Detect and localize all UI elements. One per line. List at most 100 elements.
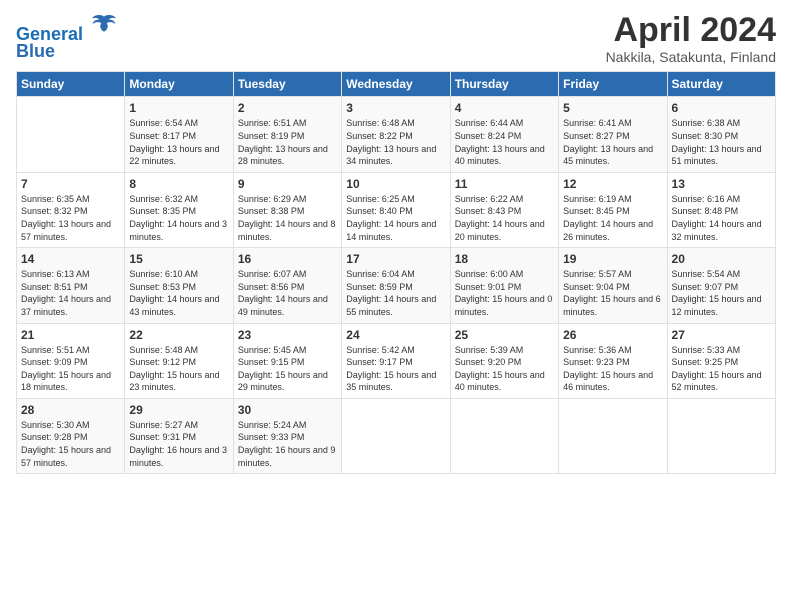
calendar-cell bbox=[667, 398, 775, 473]
calendar-week-row: 28 Sunrise: 5:30 AMSunset: 9:28 PMDaylig… bbox=[17, 398, 776, 473]
title-block: April 2024 Nakkila, Satakunta, Finland bbox=[606, 12, 776, 65]
header-friday: Friday bbox=[559, 72, 667, 97]
cell-info: Sunrise: 6:48 AMSunset: 8:22 PMDaylight:… bbox=[346, 118, 436, 166]
calendar-cell: 21 Sunrise: 5:51 AMSunset: 9:09 PMDaylig… bbox=[17, 323, 125, 398]
cell-info: Sunrise: 5:39 AMSunset: 9:20 PMDaylight:… bbox=[455, 345, 545, 393]
cell-info: Sunrise: 6:00 AMSunset: 9:01 PMDaylight:… bbox=[455, 269, 553, 317]
cell-info: Sunrise: 6:10 AMSunset: 8:53 PMDaylight:… bbox=[129, 269, 219, 317]
header-thursday: Thursday bbox=[450, 72, 558, 97]
day-number: 30 bbox=[238, 403, 337, 417]
calendar-cell: 11 Sunrise: 6:22 AMSunset: 8:43 PMDaylig… bbox=[450, 172, 558, 247]
calendar-cell: 27 Sunrise: 5:33 AMSunset: 9:25 PMDaylig… bbox=[667, 323, 775, 398]
calendar-body: 1 Sunrise: 6:54 AMSunset: 8:17 PMDayligh… bbox=[17, 97, 776, 474]
day-number: 28 bbox=[21, 403, 120, 417]
day-number: 2 bbox=[238, 101, 337, 115]
logo: General Blue bbox=[16, 12, 118, 62]
cell-info: Sunrise: 6:16 AMSunset: 8:48 PMDaylight:… bbox=[672, 194, 762, 242]
day-number: 21 bbox=[21, 328, 120, 342]
day-number: 26 bbox=[563, 328, 662, 342]
calendar-cell: 18 Sunrise: 6:00 AMSunset: 9:01 PMDaylig… bbox=[450, 248, 558, 323]
calendar-cell: 24 Sunrise: 5:42 AMSunset: 9:17 PMDaylig… bbox=[342, 323, 450, 398]
calendar-cell: 9 Sunrise: 6:29 AMSunset: 8:38 PMDayligh… bbox=[233, 172, 341, 247]
cell-info: Sunrise: 6:38 AMSunset: 8:30 PMDaylight:… bbox=[672, 118, 762, 166]
day-number: 15 bbox=[129, 252, 228, 266]
cell-info: Sunrise: 6:29 AMSunset: 8:38 PMDaylight:… bbox=[238, 194, 336, 242]
day-number: 25 bbox=[455, 328, 554, 342]
cell-info: Sunrise: 5:57 AMSunset: 9:04 PMDaylight:… bbox=[563, 269, 661, 317]
calendar-cell: 30 Sunrise: 5:24 AMSunset: 9:33 PMDaylig… bbox=[233, 398, 341, 473]
month-title: April 2024 bbox=[606, 12, 776, 49]
day-number: 16 bbox=[238, 252, 337, 266]
page-header: General Blue April 2024 Nakkila, Satakun… bbox=[16, 12, 776, 65]
calendar-cell: 8 Sunrise: 6:32 AMSunset: 8:35 PMDayligh… bbox=[125, 172, 233, 247]
calendar-week-row: 7 Sunrise: 6:35 AMSunset: 8:32 PMDayligh… bbox=[17, 172, 776, 247]
header-monday: Monday bbox=[125, 72, 233, 97]
cell-info: Sunrise: 6:35 AMSunset: 8:32 PMDaylight:… bbox=[21, 194, 111, 242]
calendar-cell: 15 Sunrise: 6:10 AMSunset: 8:53 PMDaylig… bbox=[125, 248, 233, 323]
day-number: 23 bbox=[238, 328, 337, 342]
cell-info: Sunrise: 6:04 AMSunset: 8:59 PMDaylight:… bbox=[346, 269, 436, 317]
day-number: 13 bbox=[672, 177, 771, 191]
day-number: 29 bbox=[129, 403, 228, 417]
calendar-cell bbox=[559, 398, 667, 473]
cell-info: Sunrise: 6:32 AMSunset: 8:35 PMDaylight:… bbox=[129, 194, 227, 242]
day-number: 12 bbox=[563, 177, 662, 191]
day-number: 27 bbox=[672, 328, 771, 342]
cell-info: Sunrise: 5:27 AMSunset: 9:31 PMDaylight:… bbox=[129, 420, 227, 468]
calendar-cell: 23 Sunrise: 5:45 AMSunset: 9:15 PMDaylig… bbox=[233, 323, 341, 398]
calendar-cell: 6 Sunrise: 6:38 AMSunset: 8:30 PMDayligh… bbox=[667, 97, 775, 172]
page-container: General Blue April 2024 Nakkila, Satakun… bbox=[0, 0, 792, 482]
cell-info: Sunrise: 5:54 AMSunset: 9:07 PMDaylight:… bbox=[672, 269, 762, 317]
calendar-cell: 12 Sunrise: 6:19 AMSunset: 8:45 PMDaylig… bbox=[559, 172, 667, 247]
day-number: 19 bbox=[563, 252, 662, 266]
cell-info: Sunrise: 5:24 AMSunset: 9:33 PMDaylight:… bbox=[238, 420, 336, 468]
day-number: 6 bbox=[672, 101, 771, 115]
day-number: 8 bbox=[129, 177, 228, 191]
day-number: 14 bbox=[21, 252, 120, 266]
day-number: 10 bbox=[346, 177, 445, 191]
cell-info: Sunrise: 6:54 AMSunset: 8:17 PMDaylight:… bbox=[129, 118, 219, 166]
day-number: 11 bbox=[455, 177, 554, 191]
calendar-cell: 1 Sunrise: 6:54 AMSunset: 8:17 PMDayligh… bbox=[125, 97, 233, 172]
cell-info: Sunrise: 5:33 AMSunset: 9:25 PMDaylight:… bbox=[672, 345, 762, 393]
cell-info: Sunrise: 6:44 AMSunset: 8:24 PMDaylight:… bbox=[455, 118, 545, 166]
day-number: 9 bbox=[238, 177, 337, 191]
header-wednesday: Wednesday bbox=[342, 72, 450, 97]
calendar-week-row: 21 Sunrise: 5:51 AMSunset: 9:09 PMDaylig… bbox=[17, 323, 776, 398]
calendar-cell: 2 Sunrise: 6:51 AMSunset: 8:19 PMDayligh… bbox=[233, 97, 341, 172]
calendar-cell: 4 Sunrise: 6:44 AMSunset: 8:24 PMDayligh… bbox=[450, 97, 558, 172]
calendar-cell: 20 Sunrise: 5:54 AMSunset: 9:07 PMDaylig… bbox=[667, 248, 775, 323]
calendar-cell: 22 Sunrise: 5:48 AMSunset: 9:12 PMDaylig… bbox=[125, 323, 233, 398]
cell-info: Sunrise: 6:25 AMSunset: 8:40 PMDaylight:… bbox=[346, 194, 436, 242]
day-number: 20 bbox=[672, 252, 771, 266]
cell-info: Sunrise: 5:36 AMSunset: 9:23 PMDaylight:… bbox=[563, 345, 653, 393]
calendar-cell: 5 Sunrise: 6:41 AMSunset: 8:27 PMDayligh… bbox=[559, 97, 667, 172]
calendar-cell: 28 Sunrise: 5:30 AMSunset: 9:28 PMDaylig… bbox=[17, 398, 125, 473]
calendar-cell: 13 Sunrise: 6:16 AMSunset: 8:48 PMDaylig… bbox=[667, 172, 775, 247]
cell-info: Sunrise: 5:51 AMSunset: 9:09 PMDaylight:… bbox=[21, 345, 111, 393]
calendar-cell: 7 Sunrise: 6:35 AMSunset: 8:32 PMDayligh… bbox=[17, 172, 125, 247]
cell-info: Sunrise: 5:30 AMSunset: 9:28 PMDaylight:… bbox=[21, 420, 111, 468]
cell-info: Sunrise: 6:13 AMSunset: 8:51 PMDaylight:… bbox=[21, 269, 111, 317]
day-number: 1 bbox=[129, 101, 228, 115]
calendar-cell: 25 Sunrise: 5:39 AMSunset: 9:20 PMDaylig… bbox=[450, 323, 558, 398]
calendar-cell: 19 Sunrise: 5:57 AMSunset: 9:04 PMDaylig… bbox=[559, 248, 667, 323]
cell-info: Sunrise: 5:42 AMSunset: 9:17 PMDaylight:… bbox=[346, 345, 436, 393]
calendar-cell: 16 Sunrise: 6:07 AMSunset: 8:56 PMDaylig… bbox=[233, 248, 341, 323]
calendar-week-row: 1 Sunrise: 6:54 AMSunset: 8:17 PMDayligh… bbox=[17, 97, 776, 172]
calendar-header-row: Sunday Monday Tuesday Wednesday Thursday… bbox=[17, 72, 776, 97]
cell-info: Sunrise: 5:45 AMSunset: 9:15 PMDaylight:… bbox=[238, 345, 328, 393]
day-number: 5 bbox=[563, 101, 662, 115]
logo-text: General bbox=[16, 12, 118, 45]
header-tuesday: Tuesday bbox=[233, 72, 341, 97]
calendar-cell: 29 Sunrise: 5:27 AMSunset: 9:31 PMDaylig… bbox=[125, 398, 233, 473]
calendar-cell bbox=[450, 398, 558, 473]
cell-info: Sunrise: 6:07 AMSunset: 8:56 PMDaylight:… bbox=[238, 269, 328, 317]
day-number: 18 bbox=[455, 252, 554, 266]
day-number: 24 bbox=[346, 328, 445, 342]
calendar-table: Sunday Monday Tuesday Wednesday Thursday… bbox=[16, 71, 776, 474]
cell-info: Sunrise: 6:22 AMSunset: 8:43 PMDaylight:… bbox=[455, 194, 545, 242]
cell-info: Sunrise: 5:48 AMSunset: 9:12 PMDaylight:… bbox=[129, 345, 219, 393]
header-sunday: Sunday bbox=[17, 72, 125, 97]
calendar-cell: 17 Sunrise: 6:04 AMSunset: 8:59 PMDaylig… bbox=[342, 248, 450, 323]
